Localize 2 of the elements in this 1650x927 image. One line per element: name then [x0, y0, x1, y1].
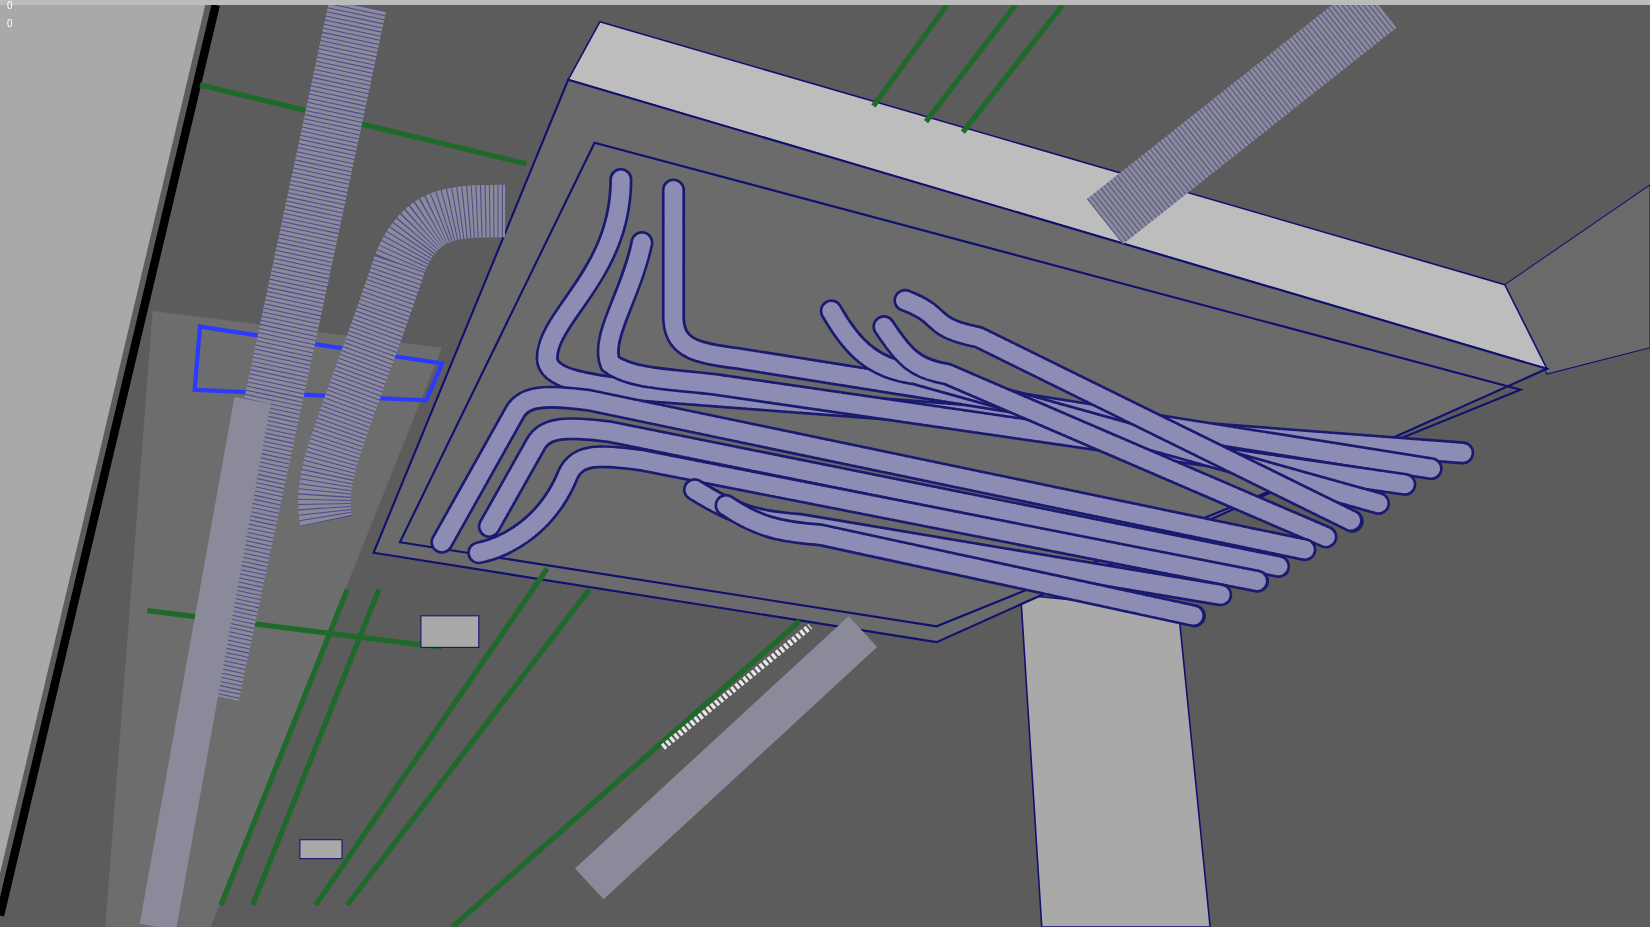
- viewport-hud-text: 0: [7, 0, 13, 12]
- viewport-hud-text: 0: [7, 18, 13, 30]
